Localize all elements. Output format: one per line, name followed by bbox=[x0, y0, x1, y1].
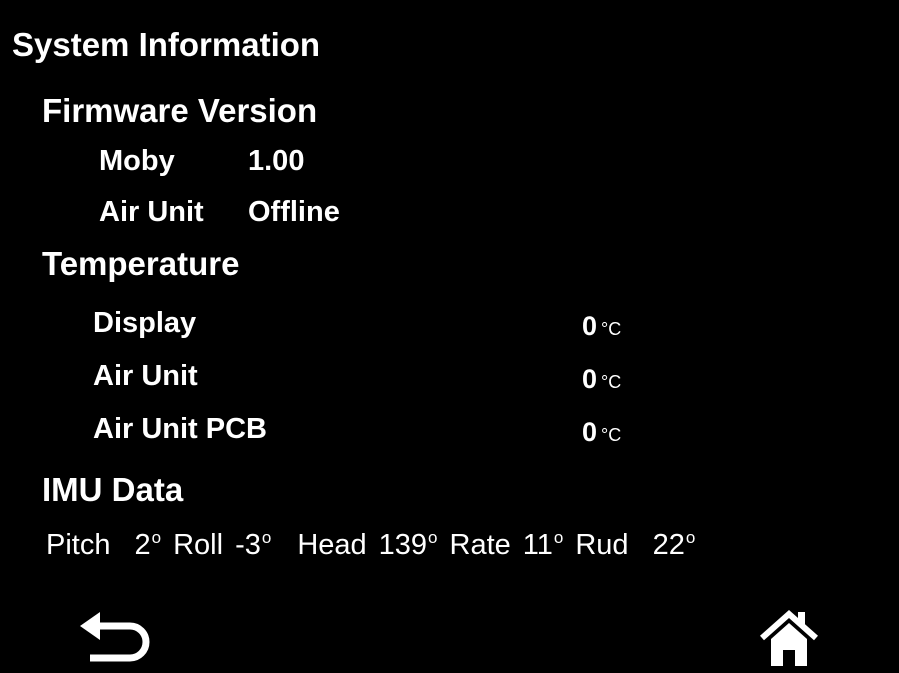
imu-label-pitch: Pitch bbox=[46, 529, 111, 561]
temp-unit-air-unit: °C bbox=[601, 372, 622, 392]
imu-label-roll: Roll bbox=[173, 529, 224, 561]
temp-unit-air-unit-pcb: °C bbox=[601, 425, 622, 445]
temp-value-air-unit-pcb: 0 bbox=[582, 417, 598, 447]
home-icon bbox=[760, 609, 818, 666]
temperature-heading: Temperature bbox=[42, 245, 240, 282]
imu-data-row: Pitch 2o Roll -3o Head 139o Rate 11o Rud 22o bbox=[46, 528, 695, 562]
back-button[interactable] bbox=[78, 610, 152, 668]
imu-value-rate: 11 bbox=[522, 529, 553, 561]
firmware-heading: Firmware Version bbox=[42, 92, 318, 129]
imu-value-head: 139 bbox=[378, 529, 428, 561]
imu-value-pitch: 2 bbox=[134, 529, 151, 561]
firmware-value-moby: 1.00 bbox=[248, 145, 305, 177]
temp-label-air-unit: Air Unit bbox=[93, 360, 198, 392]
temp-label-display: Display bbox=[93, 307, 197, 339]
degree-symbol: o bbox=[685, 528, 696, 547]
imu-value-rud: 22 bbox=[652, 529, 685, 561]
temp-value-air-unit: 0 bbox=[582, 364, 598, 394]
home-button[interactable] bbox=[758, 608, 820, 668]
temp-label-air-unit-pcb: Air Unit PCB bbox=[93, 413, 267, 445]
degree-symbol: o bbox=[151, 528, 162, 547]
firmware-value-air-unit: Offline bbox=[248, 196, 340, 228]
imu-heading: IMU Data bbox=[42, 471, 184, 508]
back-arrow-icon bbox=[80, 612, 150, 662]
temp-reading-display: 0 °C bbox=[582, 311, 621, 342]
imu-label-rate: Rate bbox=[449, 529, 511, 561]
imu-label-rud: Rud bbox=[575, 529, 629, 561]
firmware-label-air-unit: Air Unit bbox=[99, 196, 204, 228]
firmware-label-moby: Moby bbox=[99, 145, 175, 177]
temp-value-display: 0 bbox=[582, 311, 598, 341]
degree-symbol: o bbox=[261, 528, 272, 547]
page-title: System Information bbox=[12, 26, 321, 63]
degree-symbol: o bbox=[553, 528, 564, 547]
degree-symbol: o bbox=[428, 528, 438, 547]
temp-reading-air-unit-pcb: 0 °C bbox=[582, 417, 621, 448]
imu-label-head: Head bbox=[297, 529, 367, 561]
temp-unit-display: °C bbox=[601, 319, 622, 339]
temp-reading-air-unit: 0 °C bbox=[582, 364, 621, 395]
imu-value-roll: -3 bbox=[235, 529, 261, 561]
